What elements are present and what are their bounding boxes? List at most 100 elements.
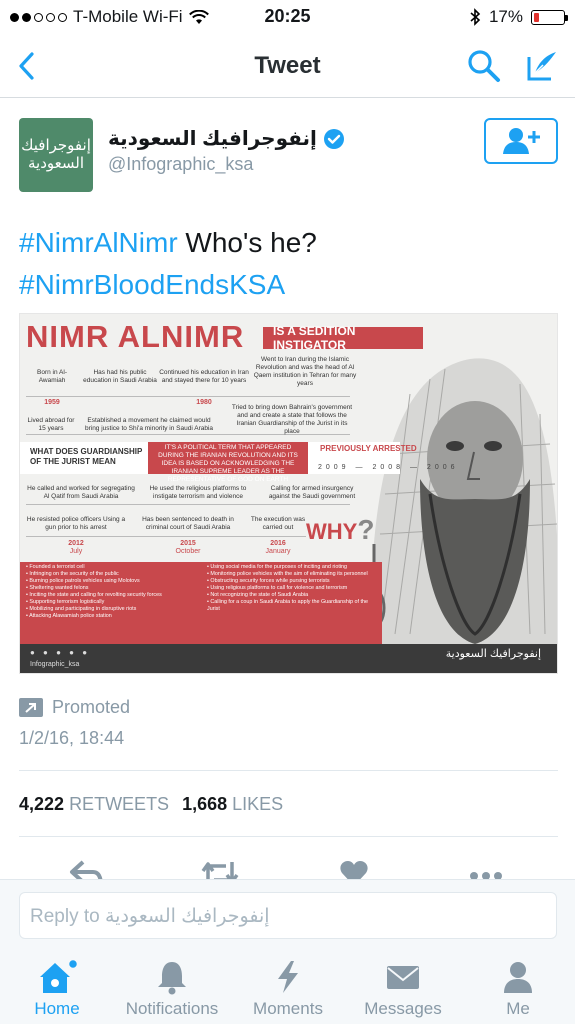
promoted-text: Promoted [52, 697, 131, 717]
follow-button[interactable] [484, 118, 558, 164]
tab-label: Home [34, 999, 80, 1018]
add-user-icon [503, 128, 540, 154]
charges-list: • Founded a terrorist cell • Infringing o… [20, 562, 382, 644]
tab-label: Moments [253, 999, 323, 1018]
timeline-event: Continued his education in Iran and stay… [159, 369, 249, 384]
battery-icon [531, 9, 568, 25]
guardianship-question: WHAT DOES GUARDIANSHIP OF THE JURIST MEA… [30, 447, 143, 466]
timeline-year: 2012 [68, 540, 84, 547]
compose-icon [527, 52, 556, 81]
timeline-event: Lived abroad for 15 years [27, 417, 75, 432]
charge-item: • Sheltering wanted felons [26, 585, 89, 591]
timeline-event: He resisted police officers Using a gun … [26, 516, 126, 531]
divider [19, 770, 558, 771]
status-bar: T-Mobile Wi-Fi 20:25 17% [0, 0, 575, 34]
likes-label[interactable]: LIKES [232, 794, 283, 814]
timeline-event: Calling for armed insurgency against the… [268, 485, 356, 500]
bell-icon [158, 962, 186, 995]
battery-percent: 17% [488, 7, 523, 26]
charge-item: • Attacking Alawamiah police station [26, 613, 112, 619]
infographic-handle: Infographic_ksa [30, 661, 80, 668]
hashtag-link[interactable]: #NimrBloodEndsKSA [19, 269, 285, 300]
nav-bar: Tweet [0, 34, 575, 98]
social-icons: ● ● ● ● ● [30, 648, 91, 657]
timeline-event: Has had his public education in Saudi Ar… [83, 369, 157, 384]
bluetooth-icon [470, 8, 481, 26]
tab-notifications[interactable]: Notifications [117, 959, 227, 1019]
lightning-icon [278, 961, 298, 993]
retweets-count[interactable]: 4,222 [19, 794, 64, 814]
timeline-month: January [265, 548, 291, 555]
arrest-years: 2009 — 2008 — 2006 [318, 464, 459, 471]
timeline-event: Established a movement he claimed would … [84, 417, 214, 432]
timeline-year: 2015 [180, 540, 196, 547]
author-avatar[interactable]: إنفوجرافيك السعودية [19, 118, 93, 192]
previously-arrested-label: PREVIOUSLY ARRESTED [320, 444, 417, 453]
author-handle[interactable]: @Infographic_ksa [108, 154, 253, 175]
timeline-year: 1959 [44, 399, 60, 406]
timeline-event: Went to Iran during the Islamic Revoluti… [253, 356, 357, 387]
infographic-title: NIMR ALNIMR [26, 319, 245, 354]
tweet-timestamp: 1/2/16, 18:44 [19, 728, 125, 748]
tab-bar: Home Notifications Moments Messages Me [0, 951, 575, 1024]
verified-badge-icon [323, 128, 344, 149]
charge-item: • Founded a terrorist cell [26, 564, 85, 570]
avatar-logo-text: إنفوجرافيك السعودية [21, 137, 91, 172]
tab-label: Messages [364, 999, 442, 1018]
charge-item: • Using religious platforms to call for … [207, 585, 348, 591]
tab-label: Me [506, 999, 530, 1018]
search-icon [468, 50, 500, 82]
timeline-event: He called and worked for segregating Al … [27, 485, 135, 500]
infographic-footer: ● ● ● ● ● Infographic_ksa إنفوجرافيك الس… [20, 644, 557, 673]
charge-item: • Monitoring police vehicles with the ai… [207, 571, 368, 577]
timeline-event: Has been sentenced to death in criminal … [142, 516, 234, 531]
charge-item: • Using social media for the purposes of… [207, 564, 348, 570]
timeline-year: 2016 [270, 540, 286, 547]
timeline-event: Born in Al-Awamiah [37, 369, 67, 384]
question-mark-icon: ? [357, 514, 375, 545]
tweet-stats: 4,222 RETWEETS 1,668 LIKES [19, 794, 291, 815]
tweet-actions [0, 854, 575, 882]
charge-item: • Supporting terrorism logistically [26, 599, 105, 605]
charge-item: • Not recognizing the state of Saudi Ara… [207, 592, 309, 598]
tab-me[interactable]: Me [463, 959, 573, 1019]
charge-item: • Burning police patrols vehicles using … [26, 578, 140, 584]
timeline-month: October [175, 548, 201, 555]
timeline-event: He used the religious platforms to insti… [149, 485, 247, 500]
tab-moments[interactable]: Moments [233, 959, 343, 1019]
likes-count[interactable]: 1,668 [182, 794, 227, 814]
promoted-arrow-icon [19, 698, 43, 717]
home-icon [40, 959, 78, 993]
timeline-event: The execution was carried out [250, 516, 306, 531]
tweet-body-text: Who's he? [177, 227, 317, 258]
infographic-logo: إنفوجرافيك السعودية [445, 648, 541, 660]
compose-button[interactable] [520, 46, 564, 86]
guardianship-definition: IT'S A POLITICAL TERM THAT APPEARED DURI… [148, 442, 308, 483]
person-icon [504, 962, 532, 993]
charges-list-right: • Using social media for the purposes of… [207, 564, 376, 642]
tweet-media-image[interactable]: NIMR ALNIMR IS A SEDITION INSTIGATOR Bor… [19, 313, 558, 674]
why-heading: WHY? [306, 514, 374, 546]
charge-item: • Inciting the state and calling for rev… [26, 592, 162, 598]
timeline-month: July [69, 548, 83, 555]
hashtag-link[interactable]: #NimrAlNimr [19, 227, 178, 258]
tab-messages[interactable]: Messages [348, 959, 458, 1019]
charge-item: • Obstructing security forces while purs… [207, 578, 330, 584]
author-name-row[interactable]: إنفوجرافيك السعودية [108, 126, 345, 151]
retweets-label[interactable]: RETWEETS [69, 794, 169, 814]
why-text: WHY [306, 519, 358, 544]
tab-label: Notifications [125, 999, 219, 1018]
divider [19, 836, 558, 837]
charges-list-left: • Founded a terrorist cell • Infringing o… [26, 564, 195, 642]
author-name: إنفوجرافيك السعودية [108, 128, 317, 150]
tab-home[interactable]: Home [2, 959, 112, 1019]
search-button[interactable] [462, 46, 506, 86]
status-right: 17% [470, 7, 568, 27]
tweet-text: #NimrAlNimr Who's he? #NimrBloodEndsKSA [19, 222, 559, 306]
reply-bar: Reply to إنفوجرافيك السعودية [0, 879, 575, 951]
charge-item: • Mobilizing and participating in disrup… [26, 606, 137, 612]
promoted-label[interactable]: Promoted [19, 697, 130, 718]
envelope-icon [387, 966, 419, 989]
reply-input[interactable]: Reply to إنفوجرافيك السعودية [19, 892, 557, 939]
charge-item: • Calling for a coup in Saudi Arabia to … [207, 599, 369, 612]
